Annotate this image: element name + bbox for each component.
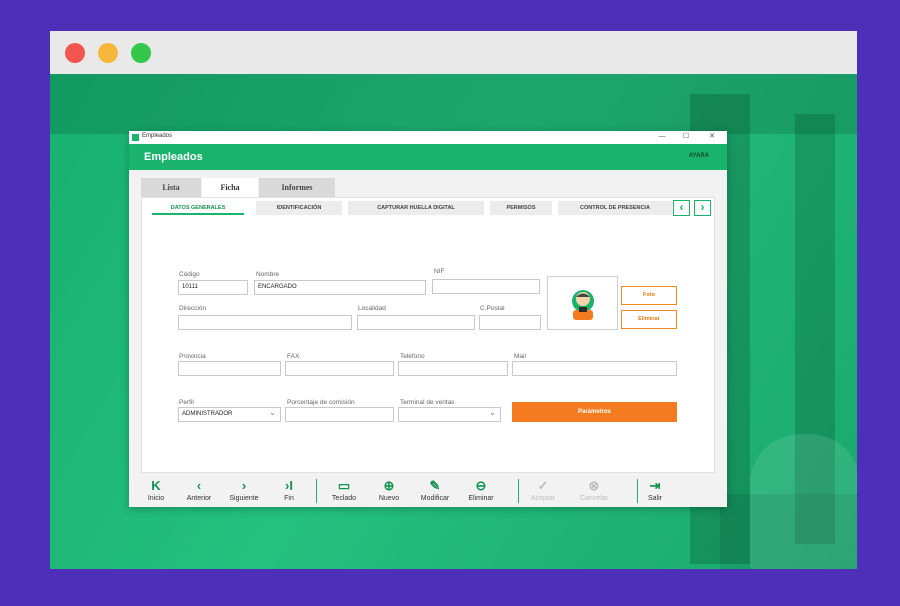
maximize-dot-icon[interactable]	[131, 43, 151, 63]
nif-field[interactable]	[432, 279, 540, 294]
window-titlebar: Empleados — ☐ ✕	[129, 131, 727, 144]
next-icon: ›	[241, 478, 247, 493]
window-title: Empleados	[142, 133, 173, 139]
toolbar-label: Anterior	[186, 495, 212, 502]
toolbar-label: Nuevo	[378, 495, 400, 502]
subtab-datos-generales[interactable]: DATOS GENERALES	[152, 201, 244, 215]
bottom-toolbar: K Inicio ‹ Anterior › Siguiente ›I Fin ▭ Teclado ⊕…	[129, 475, 727, 507]
provincia-field[interactable]	[178, 361, 281, 376]
aceptar-button[interactable]: ✓ Aceptar	[521, 478, 565, 502]
terminal-select[interactable]	[398, 406, 501, 422]
minimize-dot-icon[interactable]	[98, 43, 118, 63]
toolbar-divider	[518, 479, 519, 503]
pencil-icon: ✎	[429, 478, 441, 493]
close-dot-icon[interactable]	[65, 43, 85, 63]
fin-button[interactable]: ›I Fin	[267, 478, 311, 502]
toolbar-label: Teclado	[331, 495, 357, 502]
teclado-button[interactable]: ▭ Teclado	[322, 478, 366, 502]
direccion-field[interactable]	[178, 315, 352, 330]
tab-informes[interactable]: Informes	[259, 178, 335, 197]
sub-tabs: DATOS GENERALES IDENTIFICACIÓN CAPTURAR …	[142, 198, 716, 216]
telefono-field[interactable]	[398, 361, 508, 376]
comision-label: Porcentaje de comisión	[287, 399, 355, 406]
fax-field[interactable]	[285, 361, 394, 376]
check-icon: ✓	[537, 478, 549, 493]
toolbar-label: Salir	[647, 495, 662, 502]
foto-button[interactable]: Foto	[621, 286, 677, 305]
terminal-label: Terminal de ventas	[400, 399, 455, 406]
toolbar-label: Eliminar	[468, 495, 494, 502]
direccion-label: Dirección	[179, 305, 207, 312]
parametros-button[interactable]: Parámetros	[512, 402, 677, 422]
toolbar-label: Inicio	[147, 495, 165, 502]
cancel-icon: ⊗	[588, 478, 600, 493]
codigo-field[interactable]: 10111	[178, 280, 248, 295]
cpostal-field[interactable]	[479, 315, 541, 330]
mail-field[interactable]	[512, 361, 677, 376]
last-icon: ›I	[285, 478, 293, 493]
subtab-identificacion[interactable]: IDENTIFICACIÓN	[256, 201, 342, 215]
minimize-icon[interactable]: —	[656, 132, 668, 142]
fax-label: FAX	[287, 353, 300, 360]
telefono-label: Teléfono	[400, 353, 425, 360]
anterior-button[interactable]: ‹ Anterior	[177, 478, 221, 502]
localidad-label: Localidad	[358, 305, 386, 312]
nuevo-button[interactable]: ⊕ Nuevo	[367, 478, 411, 502]
nif-label: NIF	[434, 268, 445, 275]
first-icon: K	[151, 478, 161, 493]
subtab-capturar-huella[interactable]: CAPTURAR HUELLA DIGITAL	[348, 201, 484, 215]
app-window: Empleados — ☐ ✕ Empleados AYARA Lista Fi…	[129, 131, 727, 507]
perfil-select[interactable]: ADMINISTRADOR	[178, 406, 281, 422]
page-title: Empleados	[144, 151, 203, 163]
subtab-permisos[interactable]: PERMISOS	[490, 201, 552, 215]
nombre-label: Nombre	[256, 271, 280, 278]
comision-field[interactable]	[285, 407, 394, 422]
add-icon: ⊕	[383, 478, 395, 493]
toolbar-divider	[316, 479, 317, 503]
cpostal-label: C.Postal	[480, 305, 505, 312]
subtab-control-presencia[interactable]: CONTROL DE PRESENCIA	[558, 201, 672, 215]
modificar-button[interactable]: ✎ Modificar	[413, 478, 457, 502]
subtab-next-button[interactable]: ›	[694, 200, 711, 216]
prev-icon: ‹	[196, 478, 202, 493]
localidad-field[interactable]	[357, 315, 475, 330]
browser-title-bar	[50, 31, 857, 74]
siguiente-button[interactable]: › Siguiente	[222, 478, 266, 502]
subtab-prev-button[interactable]: ‹	[673, 200, 690, 216]
tab-lista[interactable]: Lista	[141, 178, 201, 197]
toolbar-label: Aceptar	[530, 495, 556, 502]
tab-ficha[interactable]: Ficha	[202, 178, 258, 197]
eliminar-foto-button[interactable]: Eliminar	[621, 310, 677, 329]
ficha-panel: DATOS GENERALES IDENTIFICACIÓN CAPTURAR …	[141, 197, 715, 473]
toolbar-label: Modificar	[420, 495, 450, 502]
codigo-label: Código	[179, 271, 200, 278]
exit-icon: ⇥	[649, 478, 661, 493]
eliminar-button[interactable]: ⊖ Eliminar	[459, 478, 503, 502]
toolbar-label: Siguiente	[229, 495, 259, 502]
toolbar-divider	[637, 479, 638, 503]
close-icon[interactable]: ✕	[706, 132, 718, 142]
employee-avatar-icon	[572, 290, 594, 320]
brand-logo: AYARA	[688, 153, 709, 159]
salir-button[interactable]: ⇥ Salir	[633, 478, 677, 502]
keyboard-icon: ▭	[337, 478, 351, 493]
employee-photo	[547, 276, 618, 330]
content-area: Lista Ficha Informes DATOS GENERALES IDE…	[129, 170, 727, 507]
app-icon	[132, 134, 139, 141]
toolbar-label: Fin	[284, 495, 294, 502]
perfil-label: Perfil	[179, 399, 194, 406]
remove-icon: ⊖	[475, 478, 487, 493]
maximize-icon[interactable]: ☐	[680, 132, 692, 142]
toolbar-label: Cancelar	[579, 495, 608, 502]
app-header: Empleados AYARA	[129, 144, 727, 170]
cancelar-button[interactable]: ⊗ Cancelar	[572, 478, 616, 502]
mail-label: Mail	[514, 353, 526, 360]
nombre-field[interactable]: ENCARGADO	[254, 280, 426, 295]
inicio-button[interactable]: K Inicio	[134, 478, 178, 502]
provincia-label: Provincia	[179, 353, 206, 360]
